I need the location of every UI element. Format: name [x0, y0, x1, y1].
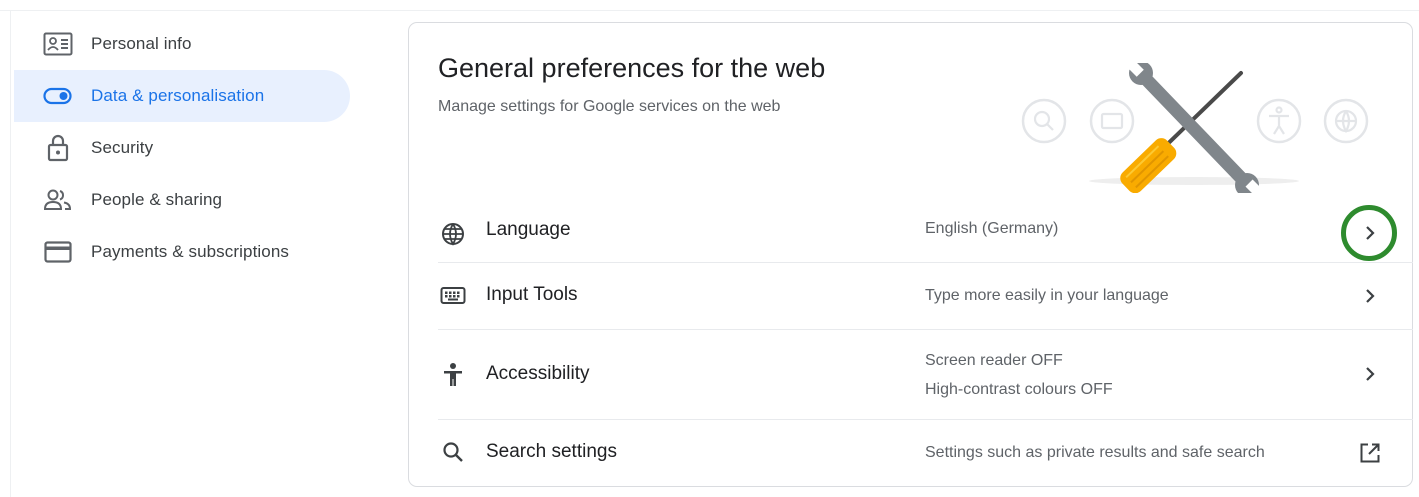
- chevron-right-icon[interactable]: [1350, 276, 1390, 316]
- toggle-icon: [42, 80, 74, 112]
- accessibility-row[interactable]: Accessibility Screen reader OFF High-con…: [438, 330, 1413, 420]
- sidebar-nav: Personal info Data & personalisation Sec…: [14, 18, 354, 278]
- page-title: General preferences for the web: [438, 53, 826, 83]
- input-tools-value: Type more easily in your language: [925, 287, 1169, 304]
- input-tools-row[interactable]: Input Tools Type more easily in your lan…: [438, 263, 1413, 329]
- accessibility-icon: [438, 360, 468, 390]
- sidebar-item-personal-info[interactable]: Personal info: [14, 18, 354, 70]
- top-border: [0, 10, 1419, 11]
- language-value: English (Germany): [925, 220, 1059, 237]
- sidebar-item-people-sharing[interactable]: People & sharing: [14, 174, 354, 226]
- accessibility-value-contrast: High-contrast colours OFF: [925, 381, 1113, 398]
- sidebar-item-label: Payments & subscriptions: [91, 242, 289, 261]
- chevron-right-icon[interactable]: [1350, 354, 1390, 394]
- general-preferences-card: General preferences for the web Manage s…: [408, 22, 1413, 487]
- chevron-right-icon[interactable]: [1350, 213, 1390, 253]
- people-icon: [42, 184, 74, 216]
- search-settings-label: Search settings: [486, 441, 617, 462]
- sidebar-item-label: Data & personalisation: [91, 86, 265, 105]
- accessibility-value-screen-reader: Screen reader OFF: [925, 352, 1063, 369]
- accessibility-label: Accessibility: [486, 363, 590, 384]
- sidebar-item-security[interactable]: Security: [14, 122, 354, 174]
- id-card-icon: [42, 28, 74, 60]
- search-settings-row[interactable]: Search settings Settings such as private…: [438, 420, 1413, 484]
- left-border: [10, 10, 11, 497]
- input-tools-label: Input Tools: [486, 284, 578, 305]
- sidebar-item-payments[interactable]: Payments & subscriptions: [14, 226, 354, 278]
- credit-card-icon: [42, 236, 74, 268]
- sidebar-item-label: Security: [91, 138, 154, 157]
- sidebar-item-data-personalisation[interactable]: Data & personalisation: [14, 70, 350, 122]
- tools-illustration: [1019, 61, 1379, 197]
- keyboard-icon: [438, 281, 468, 311]
- globe-icon: [438, 219, 468, 249]
- open-external-icon[interactable]: [1350, 433, 1390, 473]
- page-subtitle: Manage settings for Google services on t…: [438, 98, 781, 115]
- lock-icon: [42, 132, 74, 164]
- sidebar-item-label: Personal info: [91, 34, 192, 53]
- search-icon: [438, 437, 468, 467]
- search-settings-value: Settings such as private results and saf…: [925, 444, 1265, 461]
- language-label: Language: [486, 219, 571, 240]
- language-row[interactable]: Language English (Germany): [438, 205, 1413, 263]
- sidebar-item-label: People & sharing: [91, 190, 223, 209]
